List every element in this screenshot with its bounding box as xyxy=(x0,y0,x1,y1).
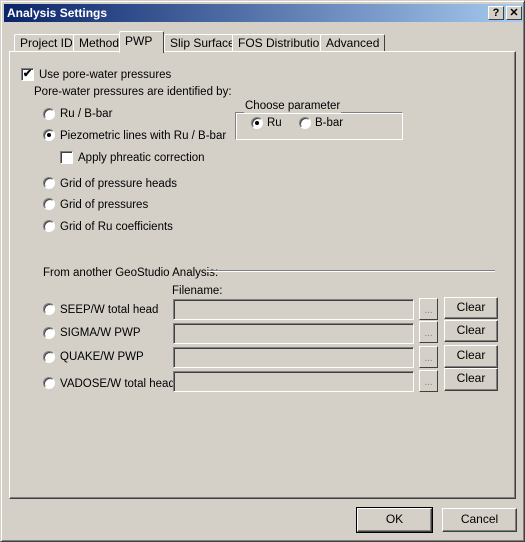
radio-ru-coefficients[interactable] xyxy=(43,220,55,232)
seep-browse-button[interactable]: ... xyxy=(419,298,438,320)
tab-method[interactable]: Method xyxy=(73,34,126,52)
radio-seep[interactable] xyxy=(43,303,55,315)
close-button[interactable]: ✕ xyxy=(506,6,522,20)
radio-quake[interactable] xyxy=(43,351,55,363)
radio-vadose[interactable] xyxy=(43,377,55,389)
tab-project-id[interactable]: Project ID xyxy=(14,34,79,52)
vadose-label: VADOSE/W total head xyxy=(60,378,175,390)
title-bar: Analysis Settings xyxy=(4,4,523,22)
sigma-clear-button[interactable]: Clear xyxy=(444,320,498,342)
sigma-label: SIGMA/W PWP xyxy=(60,327,141,339)
dialog-title: Analysis Settings xyxy=(7,6,108,20)
seep-filename-input[interactable] xyxy=(173,299,414,320)
choose-parameter-title: Choose parameter xyxy=(244,99,342,113)
sigma-filename-input[interactable] xyxy=(173,323,414,344)
radio-ru-bbar[interactable] xyxy=(43,108,55,120)
use-pwp-checkbox[interactable]: ✔ xyxy=(21,68,34,81)
radio-param-ru[interactable] xyxy=(251,117,263,129)
ok-button[interactable]: OK xyxy=(356,507,433,533)
checkmark-icon: ✔ xyxy=(22,68,33,80)
seep-label: SEEP/W total head xyxy=(60,304,159,316)
ru-bbar-label: Ru / B-bar xyxy=(60,108,113,120)
radio-pressure-heads[interactable] xyxy=(43,177,55,189)
pressure-heads-label: Grid of pressure heads xyxy=(60,178,177,190)
use-pwp-label: Use pore-water pressures xyxy=(39,69,172,81)
quake-filename-input[interactable] xyxy=(173,347,414,368)
help-button[interactable]: ? xyxy=(488,6,504,20)
geostudio-section-title: From another GeoStudio Analysis: xyxy=(43,267,219,279)
quake-label: QUAKE/W PWP xyxy=(60,351,144,363)
filename-label: Filename: xyxy=(172,285,223,297)
ru-coefficients-label: Grid of Ru coefficients xyxy=(60,221,173,233)
vadose-filename-input[interactable] xyxy=(173,371,414,392)
param-bbar-label: B-bar xyxy=(315,117,344,129)
radio-pressures[interactable] xyxy=(43,198,55,210)
tab-fos-distribution[interactable]: FOS Distribution xyxy=(232,34,333,52)
cancel-button[interactable]: Cancel xyxy=(442,508,517,532)
tab-pwp[interactable]: PWP xyxy=(119,31,164,53)
piezometric-label: Piezometric lines with Ru / B-bar xyxy=(60,130,227,142)
quake-browse-button[interactable]: ... xyxy=(419,346,438,368)
radio-sigma[interactable] xyxy=(43,327,55,339)
pressures-label: Grid of pressures xyxy=(60,199,149,211)
tab-advanced[interactable]: Advanced xyxy=(320,34,386,52)
vadose-browse-button[interactable]: ... xyxy=(419,370,438,392)
sigma-browse-button[interactable]: ... xyxy=(419,321,438,343)
param-ru-label: Ru xyxy=(267,117,282,129)
quake-clear-button[interactable]: Clear xyxy=(444,345,498,368)
phreatic-label: Apply phreatic correction xyxy=(78,152,205,164)
analysis-settings-dialog: Analysis Settings ? ✕ Project ID Method … xyxy=(0,0,525,542)
tab-slip-surface[interactable]: Slip Surface xyxy=(164,34,241,52)
seep-clear-button[interactable]: Clear xyxy=(444,297,498,319)
identified-by-label: Pore-water pressures are identified by: xyxy=(34,86,232,98)
radio-piezometric[interactable] xyxy=(43,129,55,141)
phreatic-checkbox[interactable] xyxy=(60,151,73,164)
section-divider xyxy=(207,270,495,272)
radio-param-bbar[interactable] xyxy=(299,117,311,129)
vadose-clear-button[interactable]: Clear xyxy=(444,368,498,391)
